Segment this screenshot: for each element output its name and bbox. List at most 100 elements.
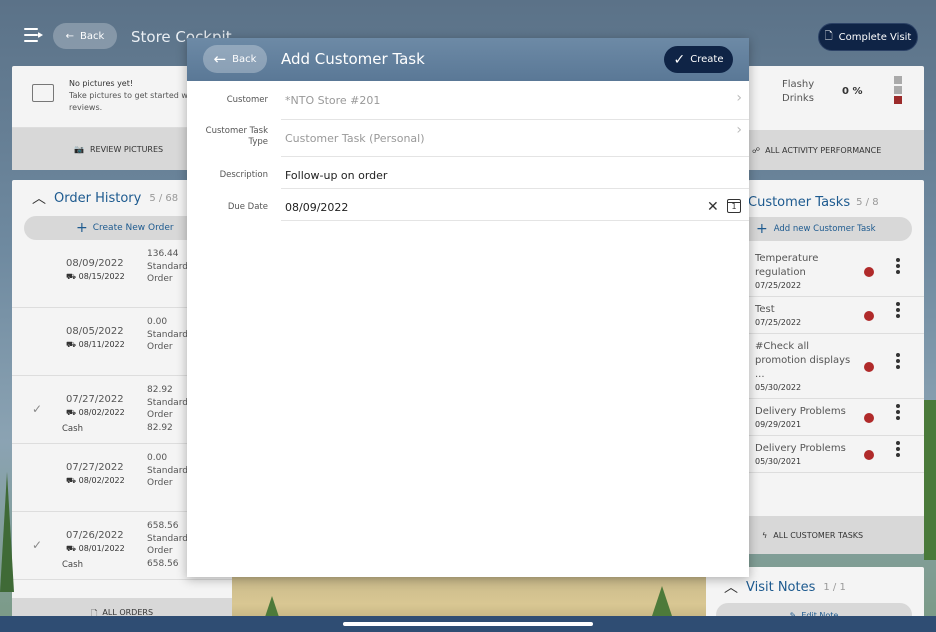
create-button[interactable]: ✓ Create (664, 46, 733, 73)
home-indicator[interactable] (343, 622, 593, 626)
review-pictures-label: REVIEW PICTURES (89, 144, 164, 154)
back-button[interactable]: ← Back (53, 23, 117, 49)
order-date: 07/27/2022 (66, 462, 124, 473)
order-type-suffix: Order (147, 546, 173, 556)
create-label: Create (690, 54, 724, 65)
order-summary: 136.44 Standard Order (147, 248, 188, 286)
due-date-value: 08/09/2022 (285, 201, 349, 214)
customer-tasks-count: 5 / 8 (856, 196, 879, 208)
delivery-date-text: 08/11/2022 (78, 340, 125, 349)
dialog-header: ← Back Add Customer Task ✓ Create (187, 38, 749, 81)
delivery-date-text: 08/02/2022 (78, 408, 125, 417)
chevron-right-icon: › (736, 122, 742, 138)
visit-notes-title: Visit Notes (746, 579, 816, 595)
task-row[interactable]: Temperature regulation 07/25/2022 (748, 246, 924, 297)
dialog-back-label: Back (232, 53, 257, 65)
more-options-icon[interactable] (896, 440, 900, 459)
task-title: Delivery Problems (755, 443, 846, 454)
more-options-icon[interactable] (896, 301, 900, 320)
order-summary: 0.00 Standard Order (147, 452, 188, 490)
customer-label: Customer (226, 95, 268, 105)
delivery-date-text: 08/01/2022 (78, 544, 125, 553)
arrow-left-icon: ← (65, 30, 75, 42)
customer-row: Customer *NTO Store #201 › (187, 81, 749, 120)
activity-performance-button[interactable]: ☍ ALL ACTIVITY PERFORMANCE (748, 130, 924, 170)
chevron-right-icon: › (736, 90, 742, 106)
activity-percent: 0 % (842, 86, 863, 97)
description-input[interactable]: Follow-up on order (281, 157, 749, 189)
order-type-suffix: Order (147, 274, 173, 284)
order-history-count: 5 / 68 (149, 192, 179, 204)
task-type-label: Customer Task Type (205, 126, 268, 147)
activity-label: Flashy Drinks (782, 79, 815, 104)
all-customer-tasks-label: ALL CUSTOMER TASKS (773, 530, 864, 540)
chevron-up-icon[interactable]: ︿ (32, 188, 46, 208)
description-row: Description Follow-up on order (187, 157, 749, 189)
order-type: Standard (147, 397, 188, 408)
task-type-picker[interactable]: Customer Task (Personal) › (281, 120, 749, 157)
order-amount: 658.56 (147, 521, 179, 531)
customer-picker[interactable]: *NTO Store #201 › (281, 81, 749, 120)
delivery-date-text: 08/02/2022 (78, 476, 125, 485)
calendar-day: 1 (731, 202, 737, 211)
plus-icon: + (76, 220, 88, 236)
more-options-icon[interactable] (896, 403, 900, 422)
dialog-title: Add Customer Task (281, 50, 425, 68)
order-type: Standard (147, 329, 188, 340)
order-type-suffix: Order (147, 410, 173, 420)
complete-visit-label: Complete Visit (838, 31, 912, 43)
task-row[interactable]: #Check all promotion displays ... 05/30/2… (748, 334, 924, 399)
back-label: Back (80, 30, 105, 42)
order-delivery-date: ⛟ 08/02/2022 (66, 408, 125, 418)
truck-icon: ⛟ (66, 408, 77, 417)
task-title: Temperature regulation (755, 253, 819, 278)
more-options-icon[interactable] (896, 352, 900, 371)
menu-icon[interactable] (24, 27, 44, 43)
truck-icon: ⛟ (66, 272, 77, 281)
task-row[interactable]: Delivery Problems 09/29/2021 (748, 399, 924, 436)
customer-tasks-title: Customer Tasks (748, 194, 851, 210)
camera-off-icon (32, 84, 54, 102)
description-label: Description (219, 170, 268, 180)
task-row[interactable]: Test 07/25/2022 (748, 297, 924, 334)
lightning-icon: ϟ (762, 530, 768, 540)
order-payment: Cash (62, 424, 83, 434)
order-amount: 82.92 (147, 385, 173, 395)
status-dot (864, 361, 874, 372)
task-row[interactable]: Delivery Problems 05/30/2021 (748, 436, 924, 473)
order-date: 08/05/2022 (66, 326, 124, 337)
order-delivery-date: ⛟ 08/02/2022 (66, 476, 125, 486)
delivery-date-text: 08/15/2022 (78, 272, 125, 281)
add-customer-task-label: Add new Customer Task (773, 224, 876, 234)
customer-value: *NTO Store #201 (285, 94, 381, 107)
clear-icon[interactable]: ✕ (707, 199, 719, 215)
add-customer-task-dialog: ← Back Add Customer Task ✓ Create Custom… (187, 38, 749, 577)
plus-icon: + (756, 221, 768, 237)
arrow-left-icon: ← (213, 49, 227, 68)
status-dot (864, 310, 874, 321)
task-title: Test (755, 304, 775, 315)
all-customer-tasks-button[interactable]: ϟ ALL CUSTOMER TASKS (748, 516, 924, 554)
task-date: 05/30/2022 (755, 383, 802, 392)
task-type-row: Customer Task Type Customer Task (Person… (187, 120, 749, 157)
order-type: Standard (147, 533, 188, 544)
pictures-heading: No pictures yet! (69, 79, 134, 88)
due-date-input[interactable]: 08/09/2022 ✕ 1 (281, 189, 749, 221)
truck-icon: ⛟ (66, 476, 77, 485)
task-title: #Check all promotion displays ... (755, 341, 851, 380)
order-date: 08/09/2022 (66, 258, 124, 269)
chart-icon: ☍ (752, 145, 761, 155)
calendar-icon[interactable]: 1 (727, 199, 741, 213)
complete-visit-button[interactable]: 🗋 Complete Visit (818, 23, 918, 51)
activity-level-bars (894, 76, 902, 106)
checkmark-icon: ✓ (673, 51, 686, 68)
add-customer-task-button[interactable]: + Add new Customer Task (748, 217, 912, 241)
truck-icon: ⛟ (66, 544, 77, 553)
dialog-back-button[interactable]: ← Back (203, 45, 267, 73)
chevron-up-icon[interactable]: ︿ (724, 577, 738, 597)
create-order-label: Create New Order (92, 223, 174, 233)
more-options-icon[interactable] (896, 257, 900, 276)
checkmark-icon: ✓ (32, 538, 43, 552)
order-paid-amount: 658.56 (147, 558, 179, 569)
document-icon: 🗋 (824, 30, 833, 42)
